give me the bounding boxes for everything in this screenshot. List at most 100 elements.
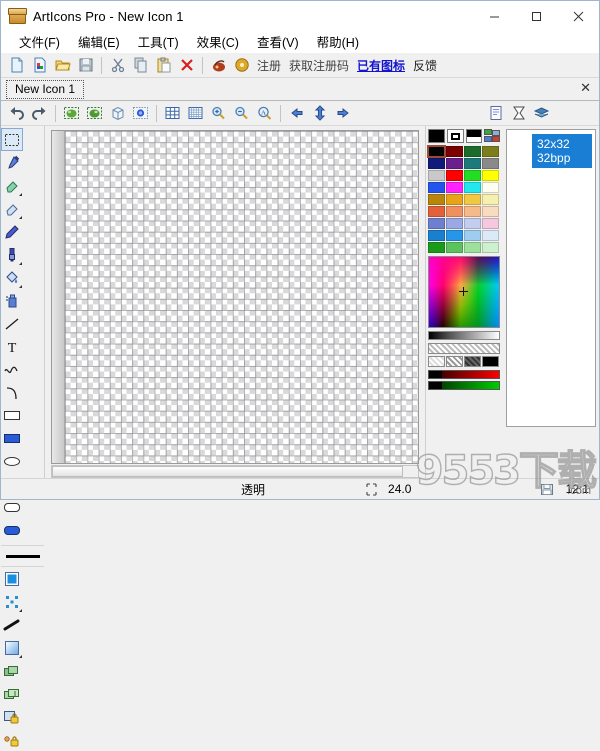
eraser-green-icon[interactable] [1,174,23,197]
existing-icons-link[interactable]: 已有图标 [357,57,405,74]
import-icon[interactable] [207,54,230,76]
minimize-button[interactable] [473,1,515,31]
paste-icon[interactable] [152,54,175,76]
marquee-select-icon[interactable] [1,128,23,151]
wave-curve-icon[interactable] [1,358,23,381]
window-controls [473,1,599,31]
layer-stack-alt-icon[interactable] [1,682,23,705]
color-swatch [482,158,499,169]
rectangle-filled-icon[interactable] [1,427,23,450]
hatch-pattern-row[interactable] [428,356,501,367]
color-swatch [446,158,463,169]
color-swatch [446,146,463,157]
pencil-icon[interactable] [1,220,23,243]
scatter-dots-icon[interactable] [1,590,23,613]
rounded-rect-filled-icon[interactable] [1,519,23,542]
gradient-line-icon[interactable] [1,613,23,636]
color-swatch [428,194,445,205]
layer-stack-icon[interactable] [1,659,23,682]
close-button[interactable] [557,1,599,31]
rectangle-outline-icon[interactable] [1,404,23,427]
canvas-horizontal-scrollbar[interactable] [51,465,419,478]
eyedropper-icon[interactable] [1,151,23,174]
watermark-domain: .com [567,485,591,497]
grid-table-icon[interactable] [161,102,184,124]
menu-effects[interactable]: 效果(C) [188,30,248,54]
spray-can-icon[interactable] [1,289,23,312]
maximize-button[interactable] [515,1,557,31]
image-green-dotted-icon[interactable] [83,102,106,124]
transparency-icon[interactable] [507,102,530,124]
paint-brush-icon[interactable] [1,243,23,266]
properties-doc-icon[interactable] [484,102,507,124]
icon-list[interactable]: 32x32 32bpp [506,129,596,427]
lock-image-icon[interactable] [1,705,23,728]
color-spectrum-picker[interactable] [428,256,500,328]
color-palette-grid[interactable] [427,145,501,253]
selection-size-icon [359,479,388,499]
magnifier-a-icon[interactable]: A [253,102,276,124]
tab-strip: New Icon 1 ✕ [1,78,599,101]
menu-help[interactable]: 帮助(H) [308,30,368,54]
ellipse-outline-icon[interactable] [1,450,23,473]
menu-view[interactable]: 查看(V) [248,30,308,54]
grid-fine-icon[interactable] [184,102,207,124]
hatch-pattern-bar[interactable] [428,343,500,354]
undo-arrow-icon[interactable] [5,102,28,124]
info-disc-icon[interactable] [230,54,253,76]
arrow-updown-icon[interactable] [308,102,331,124]
line-width-selector[interactable] [1,545,44,567]
icon-edit-grid[interactable] [65,131,418,463]
text-t-icon[interactable]: T [1,335,23,358]
color-swatch [482,170,499,181]
magnifier-minus-icon[interactable] [230,102,253,124]
tab-close-icon[interactable]: ✕ [580,81,591,95]
arrow-left-icon[interactable] [285,102,308,124]
eraser-icon[interactable] [1,197,23,220]
menu-edit[interactable]: 编辑(E) [69,30,129,54]
magnifier-plus-icon[interactable] [207,102,230,124]
icon-list-item[interactable]: 32x32 32bpp [532,134,592,168]
rounded-rect-outline-icon[interactable] [1,496,23,519]
lock-alpha-icon[interactable] [1,728,23,751]
grayscale-ramp[interactable] [428,331,500,340]
feedback-label[interactable]: 反馈 [413,57,437,74]
save-disk-icon[interactable] [74,54,97,76]
line-icon[interactable] [1,312,23,335]
scrollbar-thumb[interactable] [52,466,404,477]
color-swatch [464,206,481,217]
image-green-icon[interactable] [60,102,83,124]
solid-fill-icon[interactable] [1,567,23,590]
gradient-fill-icon[interactable] [1,636,23,659]
edit-toolbar-separator-2 [156,104,157,122]
icon-preview-panel: 32x32 32bpp [503,126,599,478]
redo-arrow-icon[interactable] [28,102,51,124]
copy-icon[interactable] [129,54,152,76]
tab-new-icon-1[interactable]: New Icon 1 [6,79,85,99]
green-alpha-bar[interactable] [428,381,500,390]
save-state-icon [534,479,560,499]
menu-tools[interactable]: 工具(T) [129,30,188,54]
new-document-icon[interactable] [5,54,28,76]
gradient-swatch[interactable] [465,129,483,143]
open-folder-icon[interactable] [51,54,74,76]
grid-lines-overlay [65,131,418,463]
arc-curve-icon[interactable] [1,381,23,404]
register-label[interactable]: 注册 [257,57,281,74]
multi-color-swatch[interactable] [484,129,501,143]
background-color-swatch[interactable] [446,129,464,143]
blue-glow-icon[interactable] [129,102,152,124]
foreground-color-swatch[interactable] [428,129,445,143]
color-swatch [428,218,445,229]
menu-file[interactable]: 文件(F) [10,30,69,54]
color-swatch [464,218,481,229]
red-alpha-bar[interactable] [428,370,500,379]
cube-3d-icon[interactable] [106,102,129,124]
new-icon-icon[interactable] [28,54,51,76]
arrow-right-icon[interactable] [331,102,354,124]
get-code-label[interactable]: 获取注册码 [289,57,349,74]
layers-icon[interactable] [530,102,553,124]
delete-x-icon[interactable] [175,54,198,76]
scissors-icon[interactable] [106,54,129,76]
paint-bucket-icon[interactable] [1,266,23,289]
